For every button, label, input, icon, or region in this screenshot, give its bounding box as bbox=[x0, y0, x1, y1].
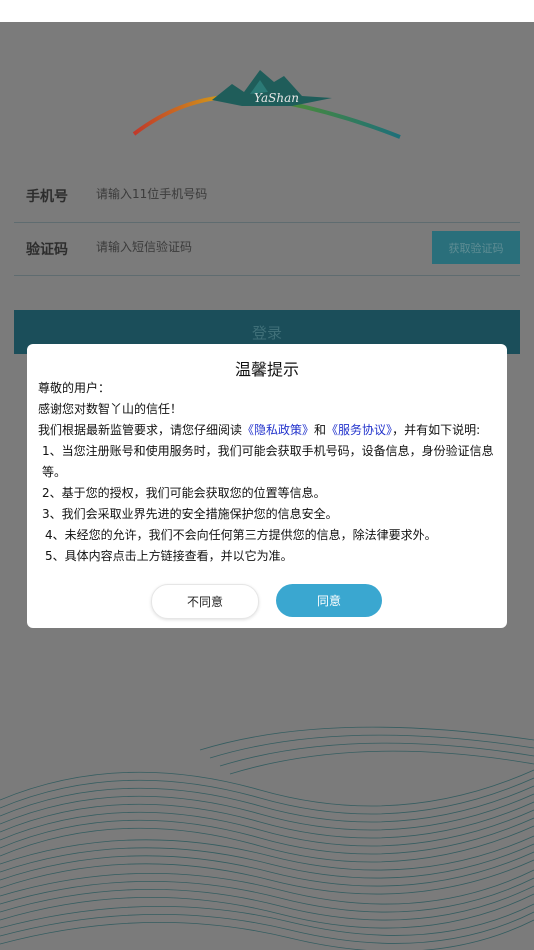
service-agreement-link[interactable]: 《服务协议》 bbox=[326, 423, 392, 437]
privacy-policy-link[interactable]: 《隐私政策》 bbox=[242, 423, 314, 437]
dialog-thanks: 感谢您对数智丫山的信任！ bbox=[38, 402, 183, 416]
status-bar bbox=[0, 0, 534, 22]
dialog-item: 5、具体内容点击上方链接查看，并以它为准。 bbox=[45, 549, 293, 563]
dialog-item: 1、当您注册账号和使用服务时，我们可能会获取手机号码，设备信息，身份验证信息等。 bbox=[42, 444, 494, 479]
phone-row: 手机号 bbox=[14, 168, 520, 223]
intro-prefix: 我们根据最新监管要求，请您仔细阅读 bbox=[38, 423, 243, 437]
wave-decoration bbox=[0, 726, 534, 950]
privacy-dialog: 温馨提示 尊敬的用户： 感谢您对数智丫山的信任！ 我们根据最新监管要求，请您仔细… bbox=[27, 344, 507, 628]
code-label: 验证码 bbox=[26, 242, 68, 258]
dialog-item: 2、基于您的授权，我们可能会获取您的位置等信息。 bbox=[42, 486, 326, 500]
code-row: 验证码 获取验证码 bbox=[14, 221, 520, 276]
phone-label: 手机号 bbox=[26, 189, 68, 205]
intro-suffix: ，并有如下说明: bbox=[392, 423, 481, 437]
dialog-item: 3、我们会采取业界先进的安全措施保护您的信息安全。 bbox=[42, 507, 338, 521]
dialog-item: 4、未经您的允许，我们不会向任何第三方提供您的信息，除法律要求外。 bbox=[45, 528, 437, 542]
intro-and: 和 bbox=[314, 423, 327, 437]
yashan-logo: YaShan bbox=[132, 70, 401, 139]
phone-input[interactable] bbox=[96, 182, 396, 206]
agree-button[interactable]: 同意 bbox=[276, 584, 382, 617]
code-input[interactable] bbox=[96, 235, 396, 259]
dialog-intro: 我们根据最新监管要求，请您仔细阅读《隐私政策》和《服务协议》，并有如下说明: bbox=[38, 420, 508, 441]
dialog-body: 尊敬的用户： 感谢您对数智丫山的信任！ 我们根据最新监管要求，请您仔细阅读《隐私… bbox=[38, 378, 508, 567]
get-code-button[interactable]: 获取验证码 bbox=[432, 231, 520, 264]
dialog-title: 温馨提示 bbox=[234, 360, 299, 379]
disagree-button[interactable]: 不同意 bbox=[151, 584, 259, 619]
svg-text:YaShan: YaShan bbox=[254, 91, 299, 105]
dialog-greeting: 尊敬的用户： bbox=[38, 381, 111, 395]
